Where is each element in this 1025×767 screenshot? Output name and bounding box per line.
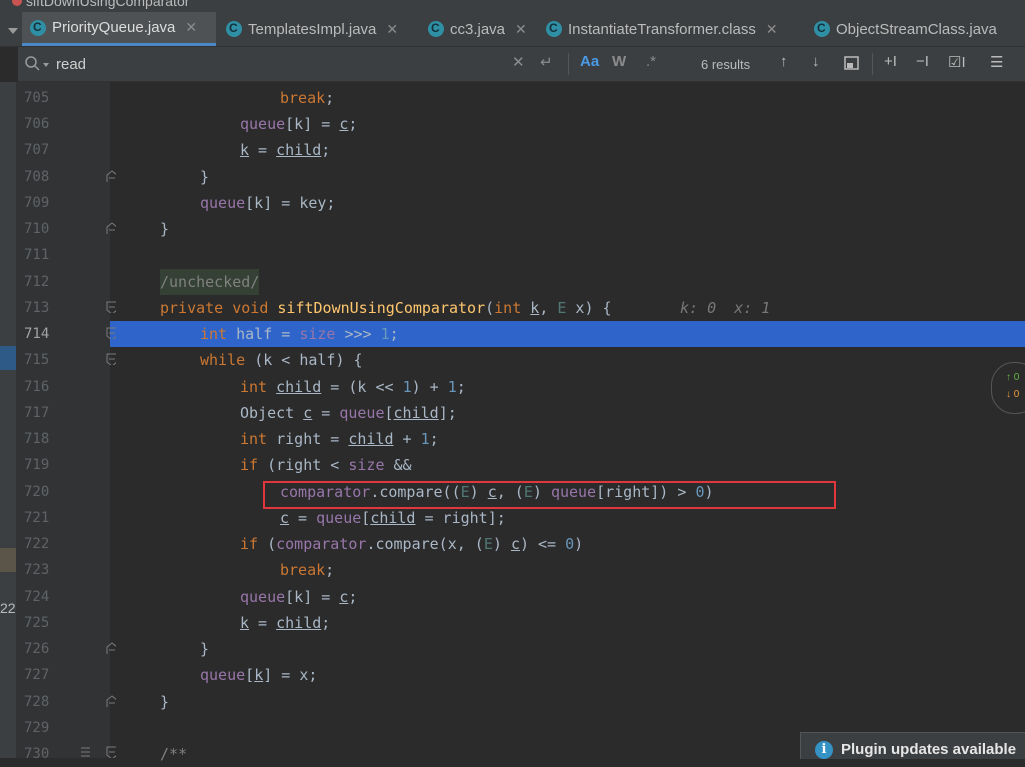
breadcrumb-method[interactable]: siftDownUsingComparator <box>26 0 189 9</box>
new-line-icon[interactable]: ↵ <box>540 53 553 75</box>
close-icon[interactable]: ✕ <box>766 21 778 38</box>
arrow-up-icon: ↑ 0 <box>1006 372 1020 383</box>
search-input[interactable] <box>54 53 518 75</box>
search-icon[interactable] <box>24 55 50 73</box>
doc-comment-start: /** <box>160 745 188 763</box>
tab-templatesimpl[interactable]: TemplatesImpl.java ✕ <box>218 12 418 46</box>
doc-lines-icon[interactable] <box>80 746 90 758</box>
code-line[interactable]: 723 break; <box>0 557 1025 583</box>
find-bar: ✕ ↵ Aa W .* 6 results ↑ ↓ +I −I ☑I ☰ <box>18 47 1025 82</box>
tab-objectstreamclass[interactable]: ObjectStreamClass.java <box>806 12 1025 46</box>
code-line[interactable]: 719 if (right < size && <box>0 452 1025 478</box>
code-line[interactable]: 715 while (k < half) { <box>0 347 1025 373</box>
plugin-updates-notification[interactable]: i Plugin updates available <box>800 732 1025 759</box>
fold-end-icon[interactable] <box>106 222 116 234</box>
divider <box>872 53 873 75</box>
remove-occurrence-icon[interactable]: −I <box>916 53 929 75</box>
filter-window-icon[interactable] <box>844 55 860 71</box>
code-line[interactable]: 706 queue[k] = c; <box>0 111 1025 137</box>
clear-search-icon[interactable]: ✕ <box>512 53 525 75</box>
tab-label: TemplatesImpl.java <box>248 20 377 38</box>
code-line[interactable]: 707 k = child; <box>0 137 1025 163</box>
next-occurrence-icon[interactable]: ↓ <box>812 53 820 75</box>
code-line[interactable]: 709 queue[k] = key; <box>0 190 1025 216</box>
java-class-icon <box>30 19 46 36</box>
fold-start-icon[interactable] <box>106 327 116 339</box>
fold-start-icon[interactable] <box>106 353 116 365</box>
match-case-button[interactable]: Aa <box>580 53 599 75</box>
annotation-text: /unchecked/ <box>160 269 260 295</box>
tab-label: PriorityQueue.java <box>52 19 176 36</box>
fold-end-icon[interactable] <box>106 642 116 654</box>
code-line[interactable]: 713 private void siftDownUsingComparator… <box>0 295 1025 321</box>
tab-label: ObjectStreamClass.java <box>836 20 997 38</box>
info-icon: i <box>815 741 833 759</box>
close-icon[interactable]: ✕ <box>515 21 527 38</box>
highlight-box <box>263 481 836 509</box>
inlay-hint: k: 0 x: 1 <box>680 299 771 317</box>
fold-start-icon[interactable] <box>106 746 116 758</box>
notification-text: Plugin updates available <box>841 741 1017 758</box>
code-line[interactable]: 727 queue[k] = x; <box>0 662 1025 688</box>
compiled-class-icon <box>546 21 562 37</box>
tab-priorityqueue[interactable]: PriorityQueue.java ✕ <box>22 12 216 46</box>
vcs-changes-widget[interactable]: ↑ 0 ↓ 0 <box>991 362 1025 414</box>
close-icon[interactable]: ✕ <box>386 21 398 38</box>
add-occurrence-icon[interactable]: +I <box>884 53 897 75</box>
code-line[interactable]: 726 } <box>0 636 1025 662</box>
previous-occurrence-icon[interactable]: ↑ <box>780 53 788 75</box>
close-icon[interactable]: ✕ <box>185 19 197 36</box>
tab-label: InstantiateTransformer.class <box>568 20 756 38</box>
arrow-down-icon: ↓ 0 <box>1006 389 1020 400</box>
regex-button[interactable]: .* <box>646 53 656 75</box>
tab-label: cc3.java <box>450 20 506 38</box>
filter-search-results-icon[interactable]: ☰ <box>990 53 1003 75</box>
breadcrumb: siftDownUsingComparator <box>0 0 1025 12</box>
code-line[interactable]: 728 } <box>0 689 1025 715</box>
code-line[interactable]: 708 } <box>0 164 1025 190</box>
code-line[interactable]: 718 int right = child + 1; <box>0 426 1025 452</box>
code-line-current[interactable]: 714 int half = size >>> 1; <box>0 321 1025 347</box>
java-class-icon <box>428 21 444 37</box>
code-line[interactable]: 724 queue[k] = c; <box>0 584 1025 610</box>
code-line[interactable]: 711 <box>0 242 1025 268</box>
whole-words-button[interactable]: W <box>612 53 626 75</box>
select-all-occurrences-icon[interactable]: ☑I <box>948 53 966 75</box>
code-line[interactable]: 722 if (comparator.compare(x, (E) c) <= … <box>0 531 1025 557</box>
tab-list-dropdown-icon[interactable] <box>8 28 18 34</box>
method-icon <box>12 0 22 6</box>
editor-tab-bar: PriorityQueue.java ✕ TemplatesImpl.java … <box>0 12 1025 47</box>
code-line[interactable]: 717 Object c = queue[child]; <box>0 400 1025 426</box>
fold-end-icon[interactable] <box>106 170 116 182</box>
divider <box>568 53 569 75</box>
code-line[interactable]: 725 k = child; <box>0 610 1025 636</box>
code-line[interactable]: 710 } <box>0 216 1025 242</box>
search-results-count: 6 results <box>701 57 751 72</box>
fold-end-icon[interactable] <box>106 695 116 707</box>
tab-instantiatetransformer[interactable]: InstantiateTransformer.class ✕ <box>538 12 804 46</box>
tab-cc3[interactable]: cc3.java ✕ <box>420 12 536 46</box>
fold-start-icon[interactable] <box>106 301 116 313</box>
code-line[interactable]: 716 int child = (k << 1) + 1; <box>0 374 1025 400</box>
java-class-icon <box>226 21 242 37</box>
code-line[interactable]: 705 break; <box>0 85 1025 111</box>
java-class-icon <box>814 21 830 37</box>
code-line[interactable]: 712 /unchecked/ <box>0 269 1025 295</box>
